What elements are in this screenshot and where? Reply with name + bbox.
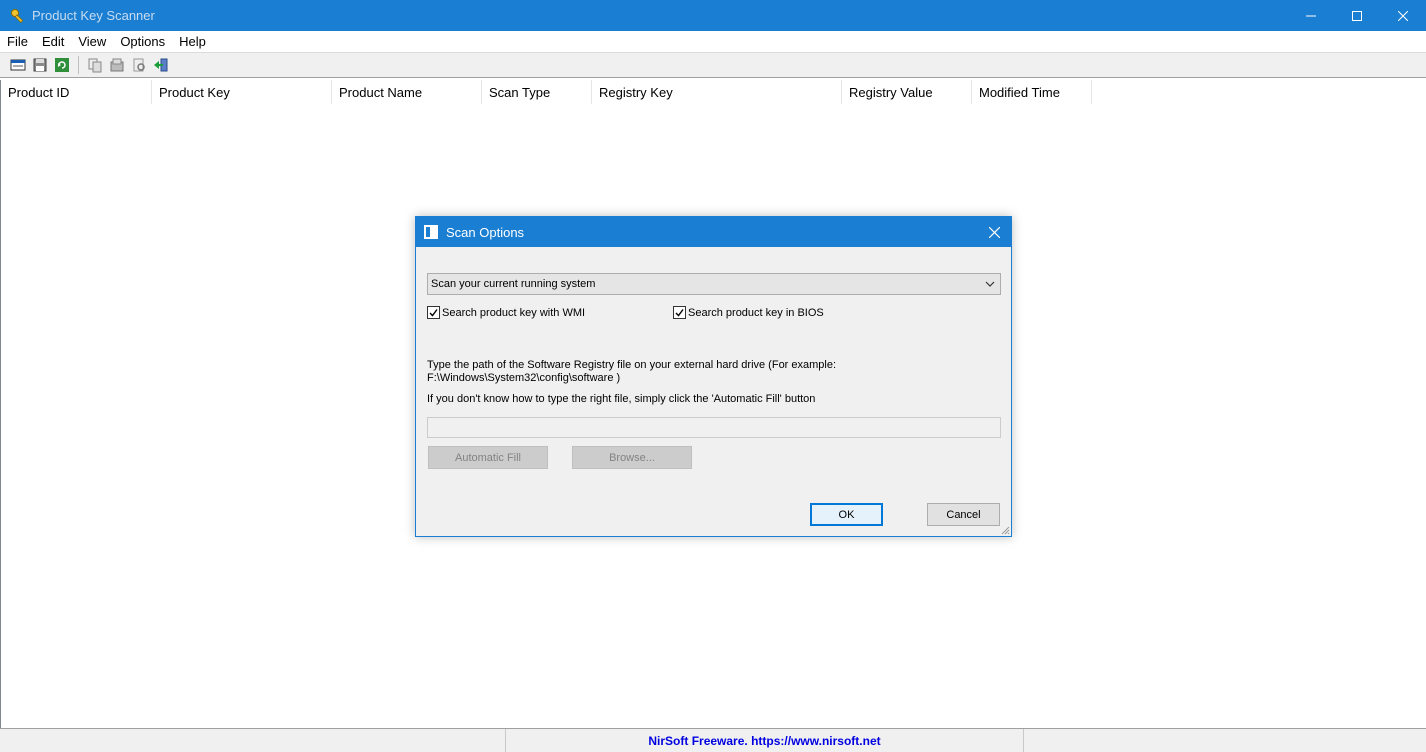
wmi-checkbox-row[interactable]: Search product key with WMI (427, 306, 585, 319)
status-pane-extra (1024, 729, 1424, 752)
wmi-checkbox[interactable] (427, 306, 440, 319)
menu-file[interactable]: File (0, 34, 35, 49)
column-scan-type[interactable]: Scan Type (482, 80, 592, 104)
instruction-line-2: F:\Windows\System32\config\software ) (427, 372, 621, 384)
menu-help[interactable]: Help (172, 34, 213, 49)
nirsoft-link[interactable]: NirSoft Freeware. https://www.nirsoft.ne… (648, 734, 880, 748)
instruction-line-1: Type the path of the Software Registry f… (427, 359, 837, 371)
menu-edit[interactable]: Edit (35, 34, 71, 49)
status-pane-count (0, 729, 506, 752)
scan-source-value: Scan your current running system (431, 278, 596, 290)
minimize-icon[interactable] (1288, 0, 1334, 31)
column-product-name[interactable]: Product Name (332, 80, 482, 104)
status-pane-link: NirSoft Freeware. https://www.nirsoft.ne… (506, 729, 1024, 752)
menu-bar: File Edit View Options Help (0, 31, 1426, 51)
cancel-button[interactable]: Cancel (927, 503, 1000, 526)
copy-icon[interactable] (87, 57, 103, 73)
resize-grip-icon[interactable] (1000, 525, 1010, 535)
scan-options-dialog: Scan Options Scan your current running s… (415, 216, 1012, 537)
save-icon[interactable] (32, 57, 48, 73)
chevron-down-icon (985, 281, 995, 287)
find-icon[interactable] (131, 57, 147, 73)
window-title: Product Key Scanner (32, 8, 155, 23)
column-registry-key[interactable]: Registry Key (592, 80, 842, 104)
column-registry-value[interactable]: Registry Value (842, 80, 972, 104)
refresh-icon[interactable] (54, 57, 70, 73)
status-bar: NirSoft Freeware. https://www.nirsoft.ne… (0, 728, 1426, 752)
ok-button[interactable]: OK (810, 503, 883, 526)
registry-path-input[interactable] (427, 417, 1001, 438)
toolbar (0, 52, 1426, 78)
column-product-id[interactable]: Product ID (1, 80, 152, 104)
maximize-icon[interactable] (1334, 0, 1380, 31)
list-header: Product ID Product Key Product Name Scan… (1, 80, 1426, 104)
window-titlebar[interactable]: Product Key Scanner (0, 0, 1426, 31)
menu-view[interactable]: View (71, 34, 113, 49)
scan-source-select[interactable]: Scan your current running system (427, 273, 1001, 295)
dialog-title: Scan Options (446, 224, 525, 240)
dialog-titlebar[interactable]: Scan Options (416, 217, 1011, 247)
browse-button[interactable]: Browse... (572, 446, 692, 469)
checkmark-icon (675, 309, 684, 317)
wmi-checkbox-label: Search product key with WMI (442, 306, 586, 319)
scan-options-icon[interactable] (10, 57, 26, 73)
key-scanner-icon (10, 8, 26, 24)
automatic-fill-hint: If you don't know how to type the right … (427, 393, 816, 405)
checkmark-icon (429, 309, 438, 317)
dialog-close-icon[interactable] (985, 223, 1003, 241)
automatic-fill-button[interactable]: Automatic Fill (428, 446, 548, 469)
column-modified-time[interactable]: Modified Time (972, 80, 1092, 104)
column-product-key[interactable]: Product Key (152, 80, 332, 104)
bios-checkbox-row[interactable]: Search product key in BIOS (673, 306, 824, 319)
exit-icon[interactable] (153, 57, 169, 73)
menu-options[interactable]: Options (113, 34, 172, 49)
bios-checkbox-label: Search product key in BIOS (688, 306, 824, 319)
close-icon[interactable] (1380, 0, 1426, 31)
dialog-window-icon (424, 225, 438, 239)
properties-icon[interactable] (109, 57, 125, 73)
bios-checkbox[interactable] (673, 306, 686, 319)
toolbar-separator (78, 56, 79, 74)
